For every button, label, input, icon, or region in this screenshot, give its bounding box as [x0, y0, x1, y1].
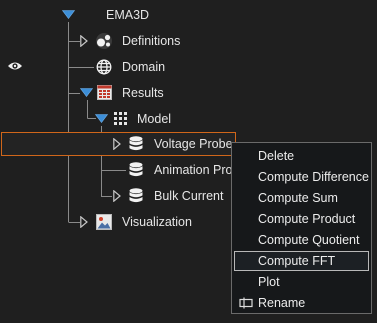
- tree-item-definitions[interactable]: Definitions: [122, 33, 180, 49]
- globe-icon: [96, 59, 112, 75]
- root-collapse-arrow-icon[interactable]: [62, 10, 75, 19]
- image-icon: [96, 214, 112, 230]
- menu-item-compute-fft[interactable]: Compute FFT: [234, 251, 369, 271]
- tree-root-label[interactable]: EMA3D: [106, 7, 149, 23]
- menu-item-compute-product[interactable]: Compute Product: [234, 209, 369, 229]
- visibility-eye-icon[interactable]: [7, 60, 23, 72]
- database-icon: [129, 188, 143, 203]
- voltage-probe-expand-arrow-icon[interactable]: [113, 138, 121, 150]
- menu-item-rename[interactable]: Rename: [234, 293, 369, 313]
- bulk-current-expand-arrow-icon[interactable]: [113, 190, 121, 202]
- tree-item-visualization[interactable]: Visualization: [122, 214, 192, 230]
- definitions-icon: [96, 33, 112, 49]
- grid-icon: [114, 112, 127, 125]
- results-table-icon: [97, 85, 112, 100]
- results-collapse-arrow-icon[interactable]: [80, 88, 93, 97]
- model-collapse-arrow-icon[interactable]: [95, 114, 108, 123]
- tree-item-results[interactable]: Results: [122, 85, 164, 101]
- rename-icon: [239, 297, 253, 309]
- database-icon: [129, 162, 143, 177]
- visualization-expand-arrow-icon[interactable]: [80, 216, 88, 228]
- menu-item-compute-quotient[interactable]: Compute Quotient: [234, 230, 369, 250]
- context-menu: Delete Compute Difference Compute Sum Co…: [231, 142, 372, 314]
- tree-item-domain[interactable]: Domain: [122, 59, 165, 75]
- tree-item-voltage-probe[interactable]: Voltage Probe: [154, 136, 233, 152]
- menu-item-plot[interactable]: Plot: [234, 272, 369, 292]
- tree-item-model[interactable]: Model: [137, 111, 171, 127]
- menu-item-rename-label: Rename: [258, 296, 306, 310]
- tree-item-animation-probe[interactable]: Animation Pro: [154, 162, 233, 178]
- definitions-expand-arrow-icon[interactable]: [80, 35, 88, 47]
- menu-item-compute-sum[interactable]: Compute Sum: [234, 188, 369, 208]
- tree-item-bulk-current[interactable]: Bulk Current: [154, 188, 223, 204]
- menu-item-delete[interactable]: Delete: [234, 146, 369, 166]
- database-icon: [129, 136, 143, 151]
- menu-item-compute-difference[interactable]: Compute Difference: [234, 167, 369, 187]
